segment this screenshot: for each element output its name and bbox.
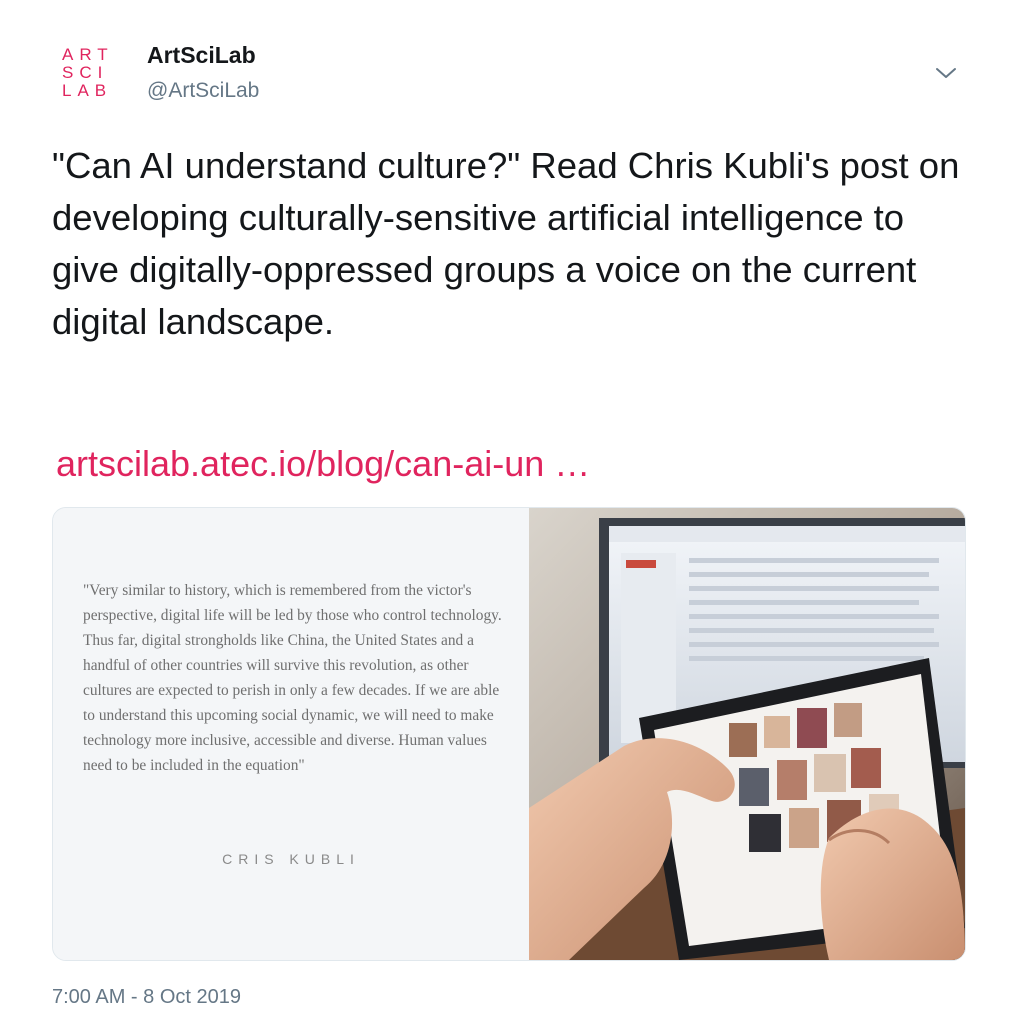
link-card[interactable]: "Very similar to history, which is remem… xyxy=(52,507,966,961)
tweet-timestamp[interactable]: 7:00 AM - 8 Oct 2019 xyxy=(52,986,241,1009)
card-quote: "Very similar to history, which is remem… xyxy=(83,582,502,774)
logo-line-1: ART xyxy=(62,45,114,64)
artscilab-logo[interactable]: ART SCI LAB xyxy=(62,46,132,106)
chevron-down-icon[interactable] xyxy=(933,64,959,82)
logo-line-2: SCI xyxy=(62,63,109,82)
hands-using-tablet-photo xyxy=(529,508,965,960)
tweet-text: "Can AI understand culture?" Read Chris … xyxy=(52,145,960,342)
tweet-link[interactable]: artscilab.atec.io/blog/can-ai-un … xyxy=(56,443,590,485)
card-quote-panel: "Very similar to history, which is remem… xyxy=(53,508,529,960)
card-author: CRIS KUBLI xyxy=(222,851,360,867)
display-name[interactable]: ArtSciLab xyxy=(147,42,256,69)
tweet-header: ART SCI LAB ArtSciLab @ArtSciLab xyxy=(0,0,1015,120)
logo-line-3: LAB xyxy=(62,81,113,100)
user-handle[interactable]: @ArtSciLab xyxy=(147,79,259,103)
